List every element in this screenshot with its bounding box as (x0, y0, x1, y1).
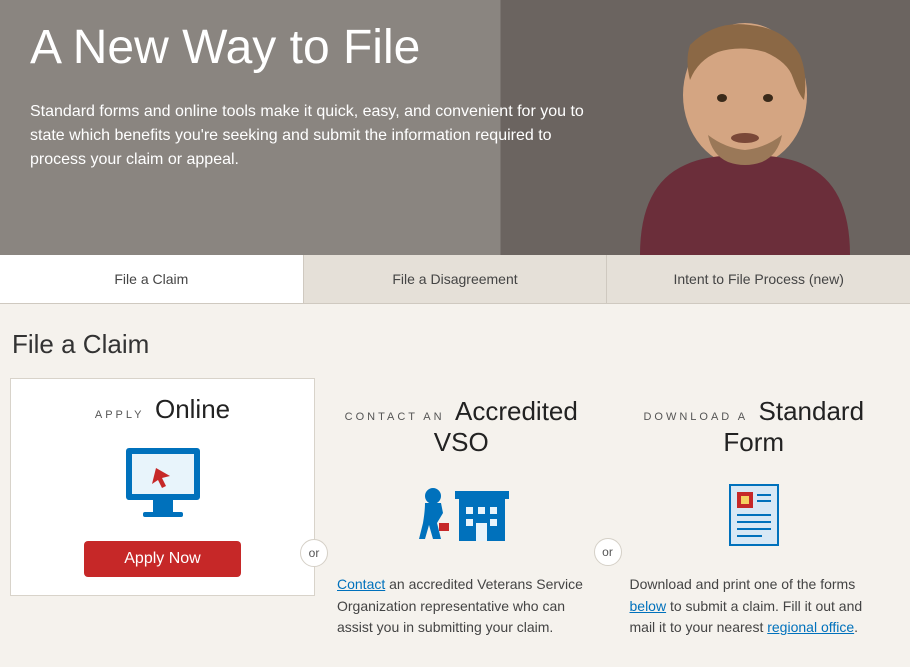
card-contact-vso: CONTACT AN Accredited VSO (315, 378, 608, 657)
card-description: Contact an accredited Veterans Service O… (337, 574, 586, 639)
content-area: File a Claim APPLY Online Apply Now or (0, 304, 910, 667)
person-building-icon (337, 476, 586, 556)
card-title: DOWNLOAD A Standard Form (630, 396, 879, 458)
hero-person-image (590, 0, 900, 255)
or-divider: or (300, 539, 328, 567)
monitor-icon (33, 443, 292, 523)
tab-intent-to-file[interactable]: Intent to File Process (new) (607, 255, 910, 303)
below-link[interactable]: below (630, 598, 667, 614)
tab-file-claim[interactable]: File a Claim (0, 255, 304, 303)
card-download-form: DOWNLOAD A Standard Form Download and p (608, 378, 901, 657)
tab-bar: File a Claim File a Disagreement Intent … (0, 255, 910, 304)
card-prefix: APPLY (95, 409, 145, 421)
card-title: APPLY Online (33, 394, 292, 425)
card-prefix: CONTACT AN (345, 411, 445, 423)
card-main-title: Online (155, 394, 230, 424)
card-description: Download and print one of the forms belo… (630, 574, 879, 639)
desc-text: Download and print one of the forms (630, 576, 856, 592)
section-heading: File a Claim (12, 329, 900, 360)
tab-file-disagreement[interactable]: File a Disagreement (304, 255, 608, 303)
card-title: CONTACT AN Accredited VSO (337, 396, 586, 458)
or-divider: or (594, 538, 622, 566)
hero-banner: A New Way to File Standard forms and onl… (0, 0, 910, 255)
document-icon (630, 476, 879, 556)
card-prefix: DOWNLOAD A (643, 411, 748, 423)
card-main-title: Standard Form (723, 396, 864, 457)
regional-office-link[interactable]: regional office (767, 619, 854, 635)
contact-link[interactable]: Contact (337, 576, 385, 592)
hero-subtitle: Standard forms and online tools make it … (30, 100, 600, 172)
option-cards: APPLY Online Apply Now or CONTACT AN Acc… (10, 378, 900, 657)
desc-text: . (854, 619, 858, 635)
card-apply-online: APPLY Online Apply Now or (10, 378, 315, 596)
apply-now-button[interactable]: Apply Now (84, 541, 240, 577)
card-main-title: Accredited VSO (434, 396, 578, 457)
